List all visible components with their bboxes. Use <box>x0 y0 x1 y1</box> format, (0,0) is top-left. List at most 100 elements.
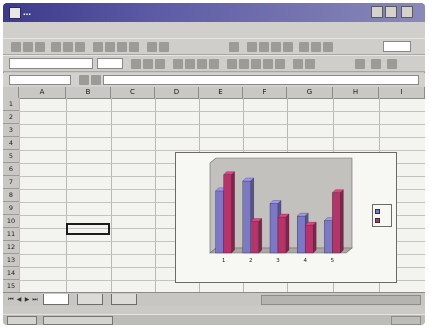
excel-app-icon[interactable] <box>9 7 21 19</box>
column-header-h[interactable]: H <box>333 87 379 98</box>
percent-icon[interactable] <box>239 59 249 69</box>
cut-icon[interactable] <box>93 42 103 52</box>
menu-item-tools[interactable] <box>153 25 173 35</box>
maximize-button[interactable] <box>385 6 397 18</box>
name-box[interactable] <box>9 75 71 85</box>
comma-style-icon[interactable] <box>251 59 261 69</box>
select-all-corner[interactable] <box>3 87 19 98</box>
row-header-7[interactable]: 7 <box>3 176 19 189</box>
row-header-2[interactable]: 2 <box>3 111 19 124</box>
decrease-decimal-icon[interactable] <box>275 59 285 69</box>
function-wizard-icon[interactable] <box>91 75 101 85</box>
sheet-tab-1[interactable] <box>43 294 69 305</box>
horizontal-scrollbar[interactable] <box>261 295 421 305</box>
row-header-6[interactable]: 6 <box>3 163 19 176</box>
start-button[interactable] <box>7 316 37 325</box>
row-header-14[interactable]: 14 <box>3 267 19 280</box>
menu-item-insert[interactable] <box>91 25 113 35</box>
underline-icon[interactable] <box>155 59 165 69</box>
menu-item-help[interactable] <box>237 25 251 35</box>
menu-item-data[interactable] <box>181 25 199 35</box>
row-header-9[interactable]: 9 <box>3 202 19 215</box>
prev-sheet-icon[interactable]: ◀ <box>15 295 23 304</box>
menu-bar <box>3 22 425 38</box>
minimize-button[interactable] <box>371 6 383 18</box>
fill-color-icon[interactable] <box>371 59 381 69</box>
menu-item-format[interactable] <box>121 25 145 35</box>
borders-icon[interactable] <box>355 59 365 69</box>
bold-icon[interactable] <box>131 59 141 69</box>
embedded-chart[interactable]: 1 2 3 4 5 <box>175 152 397 283</box>
column-header-a[interactable]: A <box>19 87 66 98</box>
row-header-11[interactable]: 11 <box>3 228 19 241</box>
system-clock <box>391 316 421 325</box>
map-icon[interactable] <box>311 42 321 52</box>
function-icon[interactable] <box>259 42 269 52</box>
sort-ascending-icon[interactable] <box>271 42 281 52</box>
increase-indent-icon[interactable] <box>305 59 315 69</box>
row-header-5[interactable]: 5 <box>3 150 19 163</box>
autosum-icon[interactable] <box>247 42 257 52</box>
row-header-4[interactable]: 4 <box>3 137 19 150</box>
first-sheet-icon[interactable]: ⏮ <box>7 295 15 304</box>
redo-icon[interactable] <box>159 42 169 52</box>
row-header-1[interactable]: 1 <box>3 98 19 111</box>
row-header-13[interactable]: 13 <box>3 254 19 267</box>
active-cell-b11[interactable] <box>66 223 110 235</box>
font-color-icon[interactable] <box>387 59 397 69</box>
x-tick-label: 3 <box>276 258 280 264</box>
align-center-icon[interactable] <box>185 59 195 69</box>
formula-input[interactable] <box>103 75 419 85</box>
column-header-d[interactable]: D <box>155 87 199 98</box>
italic-icon[interactable] <box>143 59 153 69</box>
next-sheet-icon[interactable]: ▶ <box>23 295 31 304</box>
merge-center-icon[interactable] <box>209 59 219 69</box>
open-icon[interactable] <box>23 42 33 52</box>
row-header-8[interactable]: 8 <box>3 189 19 202</box>
save-icon[interactable] <box>35 42 45 52</box>
row-header-10[interactable]: 10 <box>3 215 19 228</box>
hyperlink-icon[interactable] <box>229 42 239 52</box>
new-icon[interactable] <box>11 42 21 52</box>
zoom-select[interactable] <box>383 41 411 52</box>
drawing-icon[interactable] <box>323 42 333 52</box>
column-header-f[interactable]: F <box>243 87 287 98</box>
align-right-icon[interactable] <box>197 59 207 69</box>
close-button[interactable] <box>401 6 413 18</box>
align-left-icon[interactable] <box>173 59 183 69</box>
currency-icon[interactable] <box>227 59 237 69</box>
decrease-indent-icon[interactable] <box>293 59 303 69</box>
font-name-select[interactable] <box>9 58 93 69</box>
column-header-c[interactable]: C <box>111 87 155 98</box>
last-sheet-icon[interactable]: ⏭ <box>31 295 39 304</box>
chart-wizard-icon[interactable] <box>299 42 309 52</box>
font-size-select[interactable] <box>97 58 123 69</box>
column-header-g[interactable]: G <box>287 87 333 98</box>
sheet-tab-3[interactable] <box>111 294 137 305</box>
column-header-e[interactable]: E <box>199 87 243 98</box>
taskbar-app-button[interactable] <box>43 316 113 325</box>
print-icon[interactable] <box>51 42 61 52</box>
paste-icon[interactable] <box>117 42 127 52</box>
spelling-icon[interactable] <box>75 42 85 52</box>
undo-icon[interactable] <box>147 42 157 52</box>
menu-item-edit[interactable] <box>37 25 55 35</box>
row-header-3[interactable]: 3 <box>3 124 19 137</box>
print-preview-icon[interactable] <box>63 42 73 52</box>
menu-item-window[interactable] <box>207 25 231 35</box>
formatting-toolbar <box>3 55 425 72</box>
sheet-tab-2[interactable] <box>77 294 103 305</box>
format-painter-icon[interactable] <box>129 42 139 52</box>
column-header-b[interactable]: B <box>66 87 111 98</box>
menu-item-view[interactable] <box>63 25 83 35</box>
column-header-i[interactable]: I <box>379 87 425 98</box>
bar-front <box>215 190 224 254</box>
cancel-entry-icon[interactable] <box>79 75 89 85</box>
increase-decimal-icon[interactable] <box>263 59 273 69</box>
worksheet-grid[interactable]: A B C D E F G H I 1 2 3 4 5 6 7 8 9 10 1… <box>3 87 425 293</box>
chart-legend[interactable] <box>372 204 392 227</box>
row-header-12[interactable]: 12 <box>3 241 19 254</box>
menu-item-file[interactable] <box>11 25 29 35</box>
copy-icon[interactable] <box>105 42 115 52</box>
sort-descending-icon[interactable] <box>283 42 293 52</box>
